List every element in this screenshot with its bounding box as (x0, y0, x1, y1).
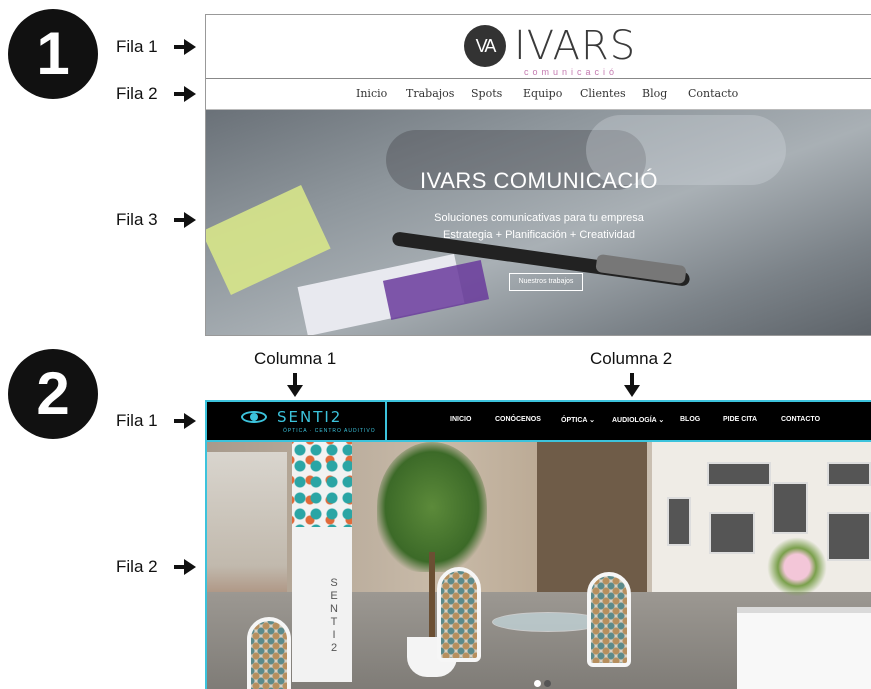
slider-dot[interactable] (544, 680, 551, 687)
senti2-header: SENTI2 ÓPTICA · CENTRO AUDITIVO INICIO C… (207, 402, 871, 440)
nuestros-trabajos-button[interactable]: Nuestros trabajos (509, 273, 583, 291)
nav-optica[interactable]: ÓPTICA ⌄ (561, 416, 595, 424)
reception-counter (737, 607, 871, 689)
ivars-header: VA IVARS comunicació (206, 15, 871, 79)
ivars-website-screenshot: VA IVARS comunicació Inicio Trabajos Spo… (205, 14, 871, 336)
fig1-row-label-1: Fila 1 (116, 37, 196, 57)
orchid-image (767, 537, 827, 597)
marker-2: 2 (8, 349, 98, 439)
column-brand-text: SENTI2 (330, 577, 338, 654)
nav-contacto[interactable]: Contacto (688, 87, 738, 100)
hero-subtitle-1: Soluciones comunicativas para tu empresa (434, 212, 644, 224)
arrow-right-icon (173, 559, 196, 575)
nav-pide-cita[interactable]: PIDE CITA (723, 416, 757, 423)
chair-image (587, 572, 631, 667)
store-interior-photo: SENTI2 (207, 442, 871, 689)
nav-blog[interactable]: Blog (642, 87, 667, 100)
fig2-column-label-1: Columna 1 (254, 349, 337, 368)
fig2-row-label-1: Fila 1 (116, 411, 196, 431)
fig2-row-label-2: Fila 2 (116, 557, 196, 577)
nav-blog[interactable]: BLOG (680, 416, 700, 423)
nav-contacto[interactable]: CONTACTO (781, 416, 820, 423)
arrow-right-icon (173, 413, 196, 429)
column-divider (385, 402, 387, 440)
arrow-right-icon (173, 39, 196, 55)
fig1-row-label-2: Fila 2 (116, 84, 196, 104)
ivars-logo-sub: comunicació (524, 67, 619, 77)
arrow-down-icon (624, 373, 640, 397)
senti2-logo-sub: ÓPTICA · CENTRO AUDITIVO (283, 428, 376, 434)
hero-title: IVARS COMUNICACIÓ (420, 168, 658, 193)
senti2-website-screenshot: SENTI2 ÓPTICA · CENTRO AUDITIVO INICIO C… (205, 400, 871, 689)
senti2-logo-name: SENTI2 (277, 408, 343, 426)
nav-equipo[interactable]: Equipo (523, 87, 562, 100)
ivars-hero: IVARS COMUNICACIÓ Soluciones comunicativ… (206, 110, 871, 335)
ivars-logo-name: IVARS (514, 23, 637, 69)
ivars-logo-mark: VA (464, 25, 506, 67)
arrow-down-icon (287, 373, 303, 397)
nav-conocenos[interactable]: CONÓCENOS (495, 416, 541, 423)
eye-icon (237, 411, 271, 423)
arrow-right-icon (173, 86, 196, 102)
nav-spots[interactable]: Spots (471, 87, 502, 100)
ivars-logo[interactable]: VA IVARS comunicació (464, 23, 637, 77)
nav-inicio[interactable]: INICIO (450, 416, 471, 423)
chair-image (247, 617, 291, 689)
fig2-column-label-2: Columna 2 (590, 349, 673, 368)
slider-dot-active[interactable] (534, 680, 541, 687)
fig1-row-label-3: Fila 3 (116, 210, 196, 230)
nav-inicio[interactable]: Inicio (356, 87, 387, 100)
nav-trabajos[interactable]: Trabajos (406, 87, 454, 100)
chair-image (437, 567, 481, 662)
nav-audiologia[interactable]: AUDIOLOGÍA ⌄ (612, 416, 664, 424)
ivars-nav: Inicio Trabajos Spots Equipo Clientes Bl… (206, 79, 871, 110)
marker-1: 1 (8, 9, 98, 99)
nav-clientes[interactable]: Clientes (580, 87, 626, 100)
hero-subtitle-2: Estrategia + Planificación + Creatividad (443, 229, 635, 241)
arrow-right-icon (173, 212, 196, 228)
senti2-logo[interactable]: SENTI2 ÓPTICA · CENTRO AUDITIVO (237, 408, 375, 434)
